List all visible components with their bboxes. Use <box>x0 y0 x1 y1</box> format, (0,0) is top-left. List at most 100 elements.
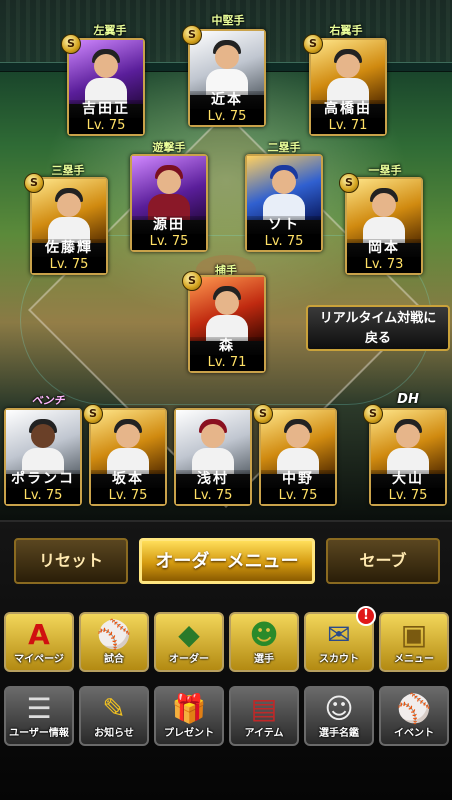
menu-label: イベント <box>394 728 434 739</box>
player-portrait <box>6 410 80 474</box>
player-level: Lv. 75 <box>32 257 106 273</box>
menu-icon: ▣ <box>400 618 428 651</box>
present-icon: 🎁 <box>171 692 207 725</box>
player-name: 源田 <box>132 216 206 234</box>
player-figure <box>105 416 151 474</box>
player-card-catcher[interactable]: 森 Lv. 71 S <box>182 271 266 373</box>
dh-card[interactable]: 大山 Lv. 75 S <box>363 404 447 506</box>
notification-badge: ! <box>356 606 376 626</box>
player-name: 坂本 <box>91 470 165 488</box>
menu-label: メニュー <box>394 654 434 665</box>
directory-icon: ☺ <box>324 692 354 725</box>
menu-label: ユーザー情報 <box>9 728 69 739</box>
player-figure <box>46 185 92 243</box>
event-button[interactable]: ⚾ イベント <box>379 686 449 746</box>
player-card-second[interactable]: ソト Lv. 75 <box>245 154 323 252</box>
position-label-lf: 左翼手 <box>93 24 127 37</box>
position-label-first: 一塁手 <box>368 164 402 177</box>
player-level: Lv. 75 <box>190 109 264 125</box>
player-portrait <box>190 31 264 95</box>
player-name: 吉田正 <box>69 100 143 118</box>
player-portrait <box>69 40 143 104</box>
player-card-rf[interactable]: 高橋由 Lv. 71 S <box>303 34 387 136</box>
notice-icon: ✎ <box>102 692 126 725</box>
event-icon: ⚾ <box>396 692 432 725</box>
menu-label: スカウト <box>319 654 359 665</box>
player-level: Lv. 75 <box>91 488 165 504</box>
player-level: Lv. 75 <box>176 488 250 504</box>
player-card-cf[interactable]: 近本 Lv. 75 S <box>182 25 266 127</box>
realtime-battle-return-button[interactable]: リアルタイム対戦に 戻る <box>306 305 450 351</box>
bench-card[interactable]: 浅村 Lv. 75 <box>174 408 252 506</box>
player-figure <box>146 162 192 220</box>
player-level: Lv. 75 <box>132 234 206 250</box>
menu-button[interactable]: ▣ メニュー <box>379 612 449 672</box>
user-info-icon: ☰ <box>26 692 52 725</box>
game-button[interactable]: ⚾ 試合 <box>79 612 149 672</box>
rank-badge-icon: S <box>182 271 202 291</box>
menu-label: 選手名鑑 <box>319 728 359 739</box>
rank-badge-icon: S <box>83 404 103 424</box>
menu-label: オーダー <box>169 654 209 665</box>
player-name: 大山 <box>371 470 445 488</box>
scout-button[interactable]: ✉ スカウト ! <box>304 606 376 672</box>
rank-badge-icon: S <box>24 173 44 193</box>
player-figure <box>261 162 307 220</box>
player-portrait <box>261 410 335 474</box>
bench-card[interactable]: 中野 Lv. 75 S <box>253 404 337 506</box>
player-name: 浅村 <box>176 470 250 488</box>
directory-button[interactable]: ☺ 選手名鑑 <box>304 686 374 746</box>
bench-card[interactable]: 坂本 Lv. 75 S <box>83 404 167 506</box>
order-icon: ◆ <box>178 618 200 651</box>
player-name: 岡本 <box>347 239 421 257</box>
position-label-rf: 右翼手 <box>329 24 363 37</box>
menu-label: お知らせ <box>94 728 134 739</box>
order-menu-button[interactable]: オーダーメニュー <box>139 538 315 584</box>
player-level: Lv. 73 <box>347 257 421 273</box>
player-level: Lv. 75 <box>69 118 143 134</box>
item-button[interactable]: ▤ アイテム <box>229 686 299 746</box>
main-menu-row: A マイページ ⚾ 試合 ◆ オーダー ☻ 選手 ✉ スカウト ! ▣ メニュー <box>0 606 452 674</box>
player-name: 中野 <box>261 470 335 488</box>
player-level: Lv. 75 <box>371 488 445 504</box>
player-name: 近本 <box>190 91 264 109</box>
mypage-icon: A <box>28 618 50 651</box>
player-level: Lv. 71 <box>190 355 264 371</box>
dh-label: DH <box>397 392 419 407</box>
player-portrait <box>190 277 264 341</box>
sub-menu-row: ☰ ユーザー情報 ✎ お知らせ 🎁 プレゼント ▤ アイテム ☺ 選手名鑑 ⚾ … <box>0 686 452 748</box>
player-level: Lv. 75 <box>6 488 80 504</box>
bench-label: ベンチ <box>31 394 65 407</box>
player-name: 森 <box>190 337 264 355</box>
player-portrait <box>247 156 321 220</box>
player-card-first[interactable]: 岡本 Lv. 73 S <box>339 173 423 275</box>
menu-label: 選手 <box>254 654 274 665</box>
player-level: Lv. 75 <box>261 488 335 504</box>
player-figure <box>204 283 250 341</box>
position-label-cf: 中堅手 <box>211 14 245 27</box>
player-card-ss[interactable]: 源田 Lv. 75 <box>130 154 208 252</box>
player-portrait <box>347 179 421 243</box>
user-info-button[interactable]: ☰ ユーザー情報 <box>4 686 74 746</box>
menu-label: マイページ <box>14 654 64 665</box>
rank-badge-icon: S <box>339 173 359 193</box>
player-name: 高橋由 <box>311 100 385 118</box>
present-button[interactable]: 🎁 プレゼント <box>154 686 224 746</box>
player-name: 佐藤輝 <box>32 239 106 257</box>
player-figure <box>361 185 407 243</box>
player-card-lf[interactable]: 吉田正 Lv. 75 S <box>61 34 145 136</box>
bench-card[interactable]: ポランコ Lv. 75 <box>4 408 82 506</box>
rank-badge-icon: S <box>182 25 202 45</box>
order-button[interactable]: ◆ オーダー <box>154 612 224 672</box>
player-portrait <box>91 410 165 474</box>
notice-button[interactable]: ✎ お知らせ <box>79 686 149 746</box>
player-card-third[interactable]: 佐藤輝 Lv. 75 S <box>24 173 108 275</box>
reset-button[interactable]: リセット <box>14 538 128 584</box>
player-level: Lv. 71 <box>311 118 385 134</box>
player-button[interactable]: ☻ 選手 <box>229 612 299 672</box>
player-level: Lv. 75 <box>247 234 321 250</box>
save-button[interactable]: セーブ <box>326 538 440 584</box>
rank-badge-icon: S <box>303 34 323 54</box>
mypage-button[interactable]: A マイページ <box>4 612 74 672</box>
rank-badge-icon: S <box>61 34 81 54</box>
